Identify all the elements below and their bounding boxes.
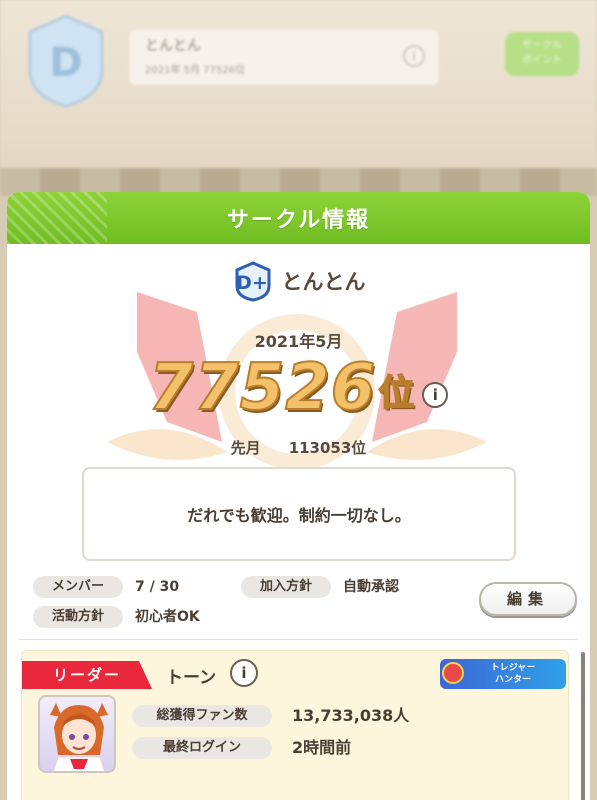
join-policy-label: 加入方針 [241, 576, 331, 598]
treasure-hunter-label: トレジャー ハンター [490, 663, 536, 685]
leader-tag: リーダー [22, 661, 152, 689]
background-sub: 2021年 5月 77526位 [145, 65, 245, 76]
rank-number: 77526 [148, 351, 377, 425]
leader-name: トーン [166, 668, 217, 688]
ranking-month: 2021年5月 [254, 332, 343, 351]
info-icon: i [403, 45, 425, 67]
members-value: 7 / 30 [135, 579, 180, 595]
scrollbar[interactable] [581, 652, 585, 800]
circle-crest-icon: D [28, 14, 104, 108]
activity-value: 初心者OK [135, 609, 200, 625]
members-label: メンバー [33, 576, 123, 598]
last-month-rank: 先月 113053位 [7, 437, 590, 458]
circle-info-grid: メンバー 7 / 30 加入方針 自動承認 活動方針 初心者OK [33, 576, 473, 636]
circle-rank-crest-icon: D+ [235, 261, 270, 302]
join-policy-value: 自動承認 [343, 579, 399, 595]
leader-avatar[interactable] [38, 695, 116, 773]
modal-header: サークル情報 [7, 192, 590, 244]
last-login-value: 2時間前 [292, 738, 352, 757]
rank-unit: 位 [378, 372, 416, 415]
character-portrait-icon [50, 703, 108, 771]
circle-message: だれでも歓迎。制約一切なし。 [82, 467, 516, 561]
circle-name: とんとん [281, 270, 366, 294]
divider [19, 639, 578, 640]
rank-row: 77526 位 i [7, 351, 590, 425]
background-name: とんとん [145, 38, 201, 54]
circle-info-modal: サークル情報 D+ とんとん 2021年5月 77526 位 i 先月 1130… [7, 192, 590, 800]
circle-point-button: サークル ポイント [505, 32, 579, 76]
svg-text:D: D [49, 40, 82, 86]
last-login-label: 最終ログイン [132, 737, 272, 759]
circle-name-row: D+ とんとん [7, 260, 590, 302]
modal-title: サークル情報 [226, 208, 371, 233]
leader-card[interactable]: リーダー トーン i トレジャー ハンター 総獲得ファン数 13,733,038… [21, 650, 569, 800]
edit-button[interactable]: 編集 [479, 582, 577, 616]
treasure-box-icon [442, 662, 464, 684]
total-fans-label: 総獲得ファン数 [132, 705, 272, 727]
total-fans-value: 13,733,038人 [292, 706, 410, 725]
svg-text:D+: D+ [236, 272, 268, 294]
leader-info-icon[interactable]: i [230, 659, 258, 687]
background-header: D とんとん 2021年 5月 77526位 i サークル ポイント [0, 0, 597, 196]
last-month-label: 先月 [230, 439, 261, 457]
activity-label: 活動方針 [33, 606, 123, 628]
last-month-value: 113053位 [288, 439, 367, 457]
treasure-hunter-badge: トレジャー ハンター [440, 659, 566, 689]
rank-info-icon[interactable]: i [422, 382, 449, 408]
background-namecard: とんとん 2021年 5月 77526位 i [128, 28, 440, 86]
